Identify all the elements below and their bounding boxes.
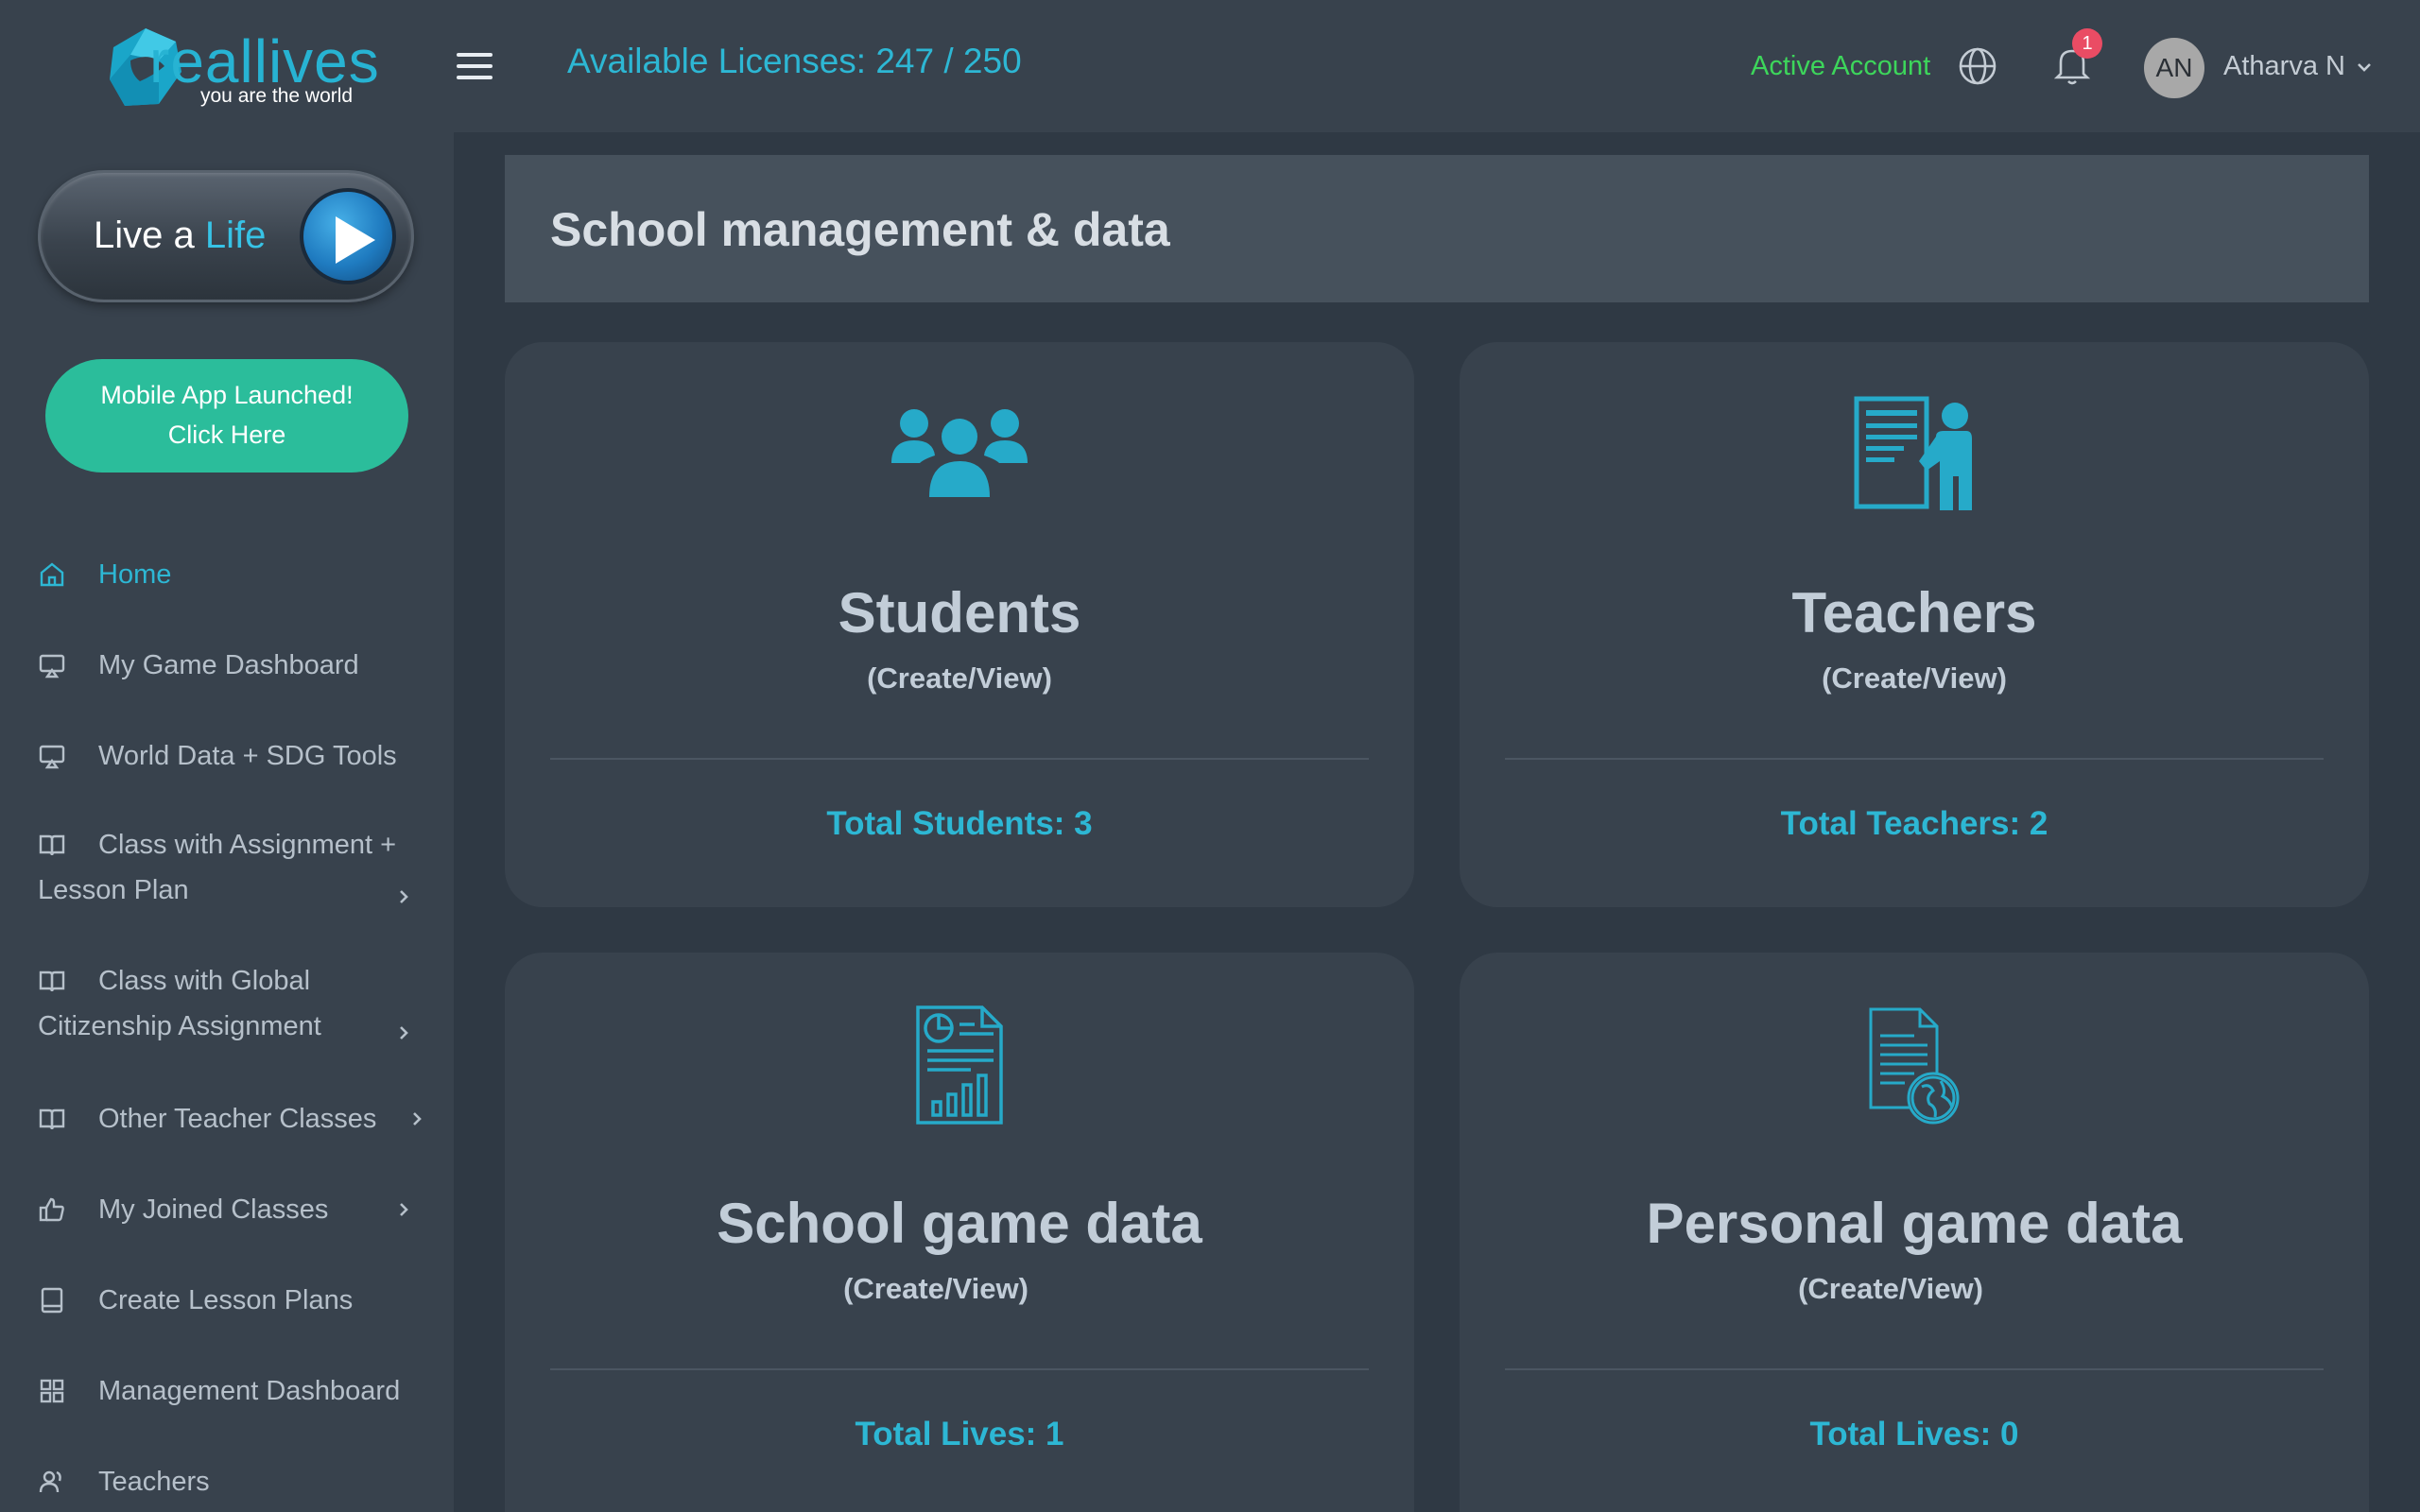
user-name[interactable]: Atharva N bbox=[2223, 51, 2345, 82]
mobile-button-line1: Mobile App Launched! bbox=[100, 381, 354, 409]
total-lives-personal: Total Lives: 0 bbox=[1809, 1416, 2019, 1452]
book-icon bbox=[39, 1108, 65, 1130]
school-game-data-card[interactable]: School game data (Create/View) Total Liv… bbox=[505, 953, 1414, 1512]
play-icon bbox=[300, 188, 396, 284]
chevron-right-icon bbox=[400, 890, 408, 903]
monitor-icon bbox=[39, 745, 65, 769]
mobile-button-line2: Click Here bbox=[167, 421, 286, 449]
thumbs-up-icon bbox=[39, 1197, 64, 1222]
sidebar-item-label: My Game Dashboard bbox=[98, 650, 359, 680]
sidebar-item-management-dashboard[interactable]: Management Dashboard bbox=[0, 1346, 454, 1436]
sidebar-item-teachers[interactable]: Teachers bbox=[0, 1436, 454, 1512]
active-account-status: Active Account bbox=[1751, 51, 1931, 81]
card-title: Teachers bbox=[1791, 581, 2037, 644]
sidebar-item-label: My Joined Classes bbox=[98, 1194, 329, 1225]
chevron-down-icon[interactable] bbox=[2356, 59, 2373, 76]
students-group-icon bbox=[505, 403, 1414, 497]
hamburger-menu-icon[interactable] bbox=[454, 47, 495, 85]
card-subtitle: (Create/View) bbox=[1798, 1272, 1983, 1305]
sidebar-nav: Home My Game Dashboard World Data + SDG … bbox=[0, 529, 454, 1512]
sidebar-item-label: Class with Assignment + Lesson Plan bbox=[38, 830, 397, 905]
available-licenses: Available Licenses: 247 / 250 bbox=[567, 42, 1022, 80]
notification-badge: 1 bbox=[2072, 28, 2102, 59]
card-title: School game data bbox=[717, 1192, 1202, 1255]
sidebar-item-label: Home bbox=[98, 559, 172, 590]
live-a-life-button[interactable]: Live a Life bbox=[38, 170, 414, 302]
report-chart-icon bbox=[505, 1004, 1414, 1126]
notebook-icon bbox=[41, 1287, 63, 1314]
total-students: Total Students: 3 bbox=[826, 805, 1093, 842]
sidebar: reallives you are the world Live a Life … bbox=[0, 0, 454, 1512]
card-divider bbox=[1505, 1368, 2324, 1370]
sidebar-item-other-teacher-classes[interactable]: Other Teacher Classes bbox=[0, 1074, 454, 1164]
personal-game-data-card[interactable]: Personal game data (Create/View) Total L… bbox=[1460, 953, 2369, 1512]
sidebar-item-my-joined-classes[interactable]: My Joined Classes bbox=[0, 1164, 454, 1255]
card-subtitle: (Create/View) bbox=[843, 1272, 1028, 1305]
card-subtitle: (Create/View) bbox=[1822, 662, 2007, 695]
chevron-right-icon bbox=[413, 1112, 422, 1125]
monitor-icon bbox=[39, 654, 65, 679]
card-title: Personal game data bbox=[1646, 1192, 2183, 1255]
sidebar-item-label: Class with Global Citizenship Assignment bbox=[38, 966, 321, 1041]
live-a-life-label: Live a Life bbox=[94, 215, 267, 256]
section-header: School management & data bbox=[505, 155, 2369, 302]
globe-icon[interactable] bbox=[1957, 45, 1998, 87]
sidebar-item-label: World Data + SDG Tools bbox=[98, 741, 397, 771]
sidebar-item-label: Other Teacher Classes bbox=[98, 1104, 377, 1134]
total-teachers: Total Teachers: 2 bbox=[1780, 805, 2048, 842]
chevron-right-icon bbox=[400, 1203, 408, 1216]
sidebar-item-class-with-assignment[interactable]: Class with Assignment + Lesson Plan bbox=[0, 801, 454, 937]
avatar[interactable]: AN bbox=[2144, 38, 2204, 98]
logo-tagline: you are the world bbox=[200, 85, 354, 107]
chevron-right-icon bbox=[400, 1026, 408, 1040]
sidebar-item-label: Management Dashboard bbox=[98, 1376, 401, 1406]
card-divider bbox=[550, 1368, 1369, 1370]
reallives-logo[interactable]: reallives you are the world bbox=[102, 21, 379, 115]
users-icon bbox=[39, 1470, 61, 1493]
sidebar-item-my-game-dashboard[interactable]: My Game Dashboard bbox=[0, 620, 454, 711]
card-title: Students bbox=[838, 581, 1081, 644]
students-card[interactable]: Students (Create/View) Total Students: 3 bbox=[505, 342, 1414, 907]
topbar: Available Licenses: 247 / 250 Active Acc… bbox=[454, 0, 2420, 132]
teacher-board-icon bbox=[1460, 395, 2369, 512]
document-globe-icon bbox=[1460, 1005, 2369, 1126]
total-lives-school: Total Lives: 1 bbox=[855, 1416, 1064, 1452]
sidebar-item-create-lesson-plans[interactable]: Create Lesson Plans bbox=[0, 1255, 454, 1346]
sidebar-item-class-with-global-citizenship[interactable]: Class with Global Citizenship Assignment bbox=[0, 937, 454, 1074]
sidebar-item-home[interactable]: Home bbox=[0, 529, 454, 620]
sidebar-item-label: Create Lesson Plans bbox=[98, 1285, 354, 1315]
teachers-card[interactable]: Teachers (Create/View) Total Teachers: 2 bbox=[1460, 342, 2369, 907]
sidebar-item-label: Teachers bbox=[98, 1467, 210, 1497]
card-divider bbox=[550, 758, 1369, 760]
card-divider bbox=[1505, 758, 2324, 760]
home-icon bbox=[40, 562, 64, 587]
mobile-app-launched-button[interactable]: Mobile App Launched! Click Here bbox=[45, 359, 408, 472]
sidebar-item-world-data[interactable]: World Data + SDG Tools bbox=[0, 711, 454, 801]
page-title: School management & data bbox=[550, 203, 1170, 256]
grid-icon bbox=[40, 1379, 64, 1403]
card-subtitle: (Create/View) bbox=[867, 662, 1052, 695]
